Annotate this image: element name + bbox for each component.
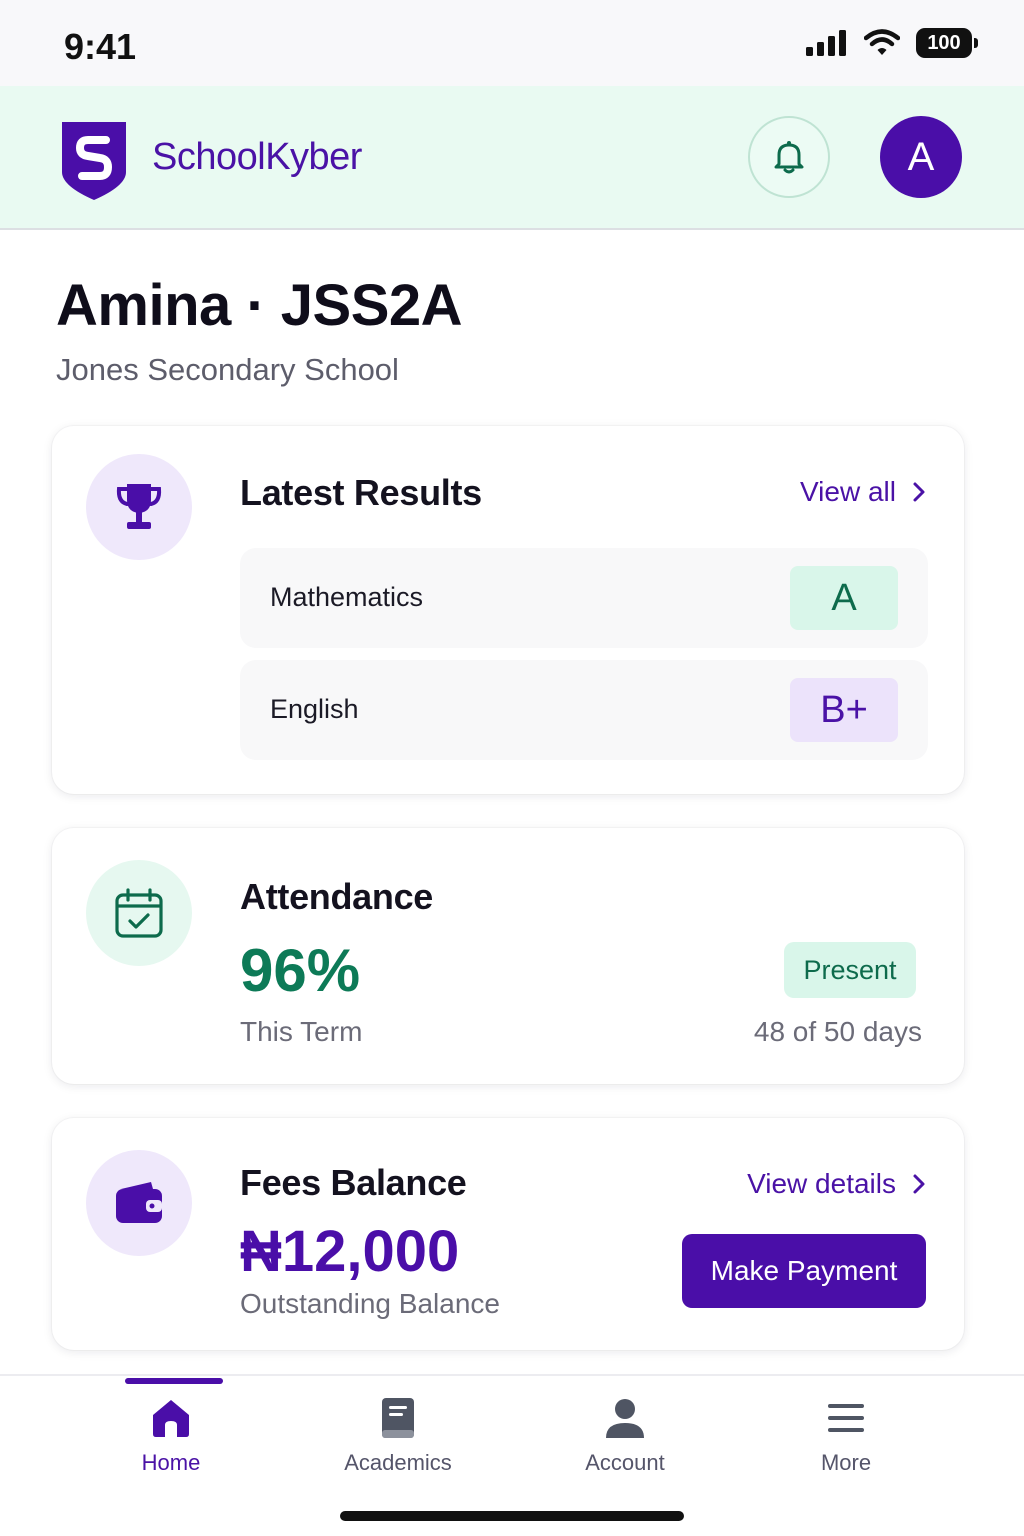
- fees-label: Outstanding Balance: [240, 1288, 500, 1319]
- present-status-badge: Present: [784, 942, 916, 998]
- app-header: SchoolKyber A: [0, 86, 1024, 230]
- wifi-icon: [864, 29, 900, 55]
- nav-account-label: Account: [585, 1450, 665, 1475]
- avatar-initial: A: [907, 134, 935, 179]
- avatar[interactable]: A: [880, 116, 962, 198]
- school-name: Jones Secondary School: [56, 352, 399, 387]
- status-time: 9:41: [64, 26, 137, 67]
- fees-card: Fees Balance View details ₦12,000 Outsta…: [52, 1118, 964, 1350]
- view-details-label: View details: [747, 1168, 896, 1199]
- shield-logo-icon: [62, 122, 126, 200]
- view-details-link[interactable]: View details: [747, 1168, 926, 1200]
- battery-icon: 100: [916, 28, 978, 58]
- book-icon: [382, 1398, 414, 1438]
- attendance-period: This Term: [240, 1016, 363, 1047]
- view-all-link[interactable]: View all: [800, 476, 926, 508]
- status-icons: 100: [806, 28, 978, 58]
- result-row[interactable]: English B+: [240, 660, 928, 760]
- make-payment-button[interactable]: Make Payment: [682, 1234, 926, 1308]
- chevron-right-icon: [913, 482, 925, 502]
- attendance-icon-badge: [86, 860, 192, 966]
- person-icon: [606, 1399, 644, 1438]
- calendar-check-icon: [115, 888, 163, 938]
- attendance-card[interactable]: Attendance 96% This Term Present 48 of 5…: [52, 828, 964, 1084]
- signal-icon: [806, 30, 846, 56]
- fees-icon-badge: [86, 1150, 192, 1256]
- nav-more[interactable]: More: [756, 1396, 936, 1496]
- subject-name: English: [270, 694, 359, 724]
- attendance-percent: 96%: [240, 937, 361, 1004]
- status-bar: 9:41 100: [0, 0, 1024, 86]
- home-icon: [153, 1400, 189, 1437]
- attendance-title: Attendance: [240, 876, 434, 917]
- bell-icon: [774, 141, 804, 174]
- trophy-icon: [116, 484, 162, 529]
- battery-level: 100: [927, 31, 961, 54]
- result-row[interactable]: Mathematics A: [240, 548, 928, 648]
- notifications-button[interactable]: [748, 116, 830, 198]
- nav-account[interactable]: Account: [535, 1396, 715, 1496]
- results-card: Latest Results View all Mathematics A En…: [52, 426, 964, 794]
- nav-more-label: More: [820, 1450, 872, 1475]
- results-title: Latest Results: [240, 472, 482, 513]
- results-icon-badge: [86, 454, 192, 560]
- grade-badge: B+: [790, 678, 898, 742]
- fees-title: Fees Balance: [240, 1162, 467, 1203]
- brand-name: SchoolKyber: [152, 136, 362, 178]
- grade-badge: A: [790, 566, 898, 630]
- view-all-label: View all: [800, 476, 896, 507]
- menu-icon: [828, 1404, 864, 1432]
- nav-academics-label: Academics: [344, 1450, 452, 1475]
- attendance-days: 48 of 50 days: [753, 1016, 922, 1047]
- nav-home-label: Home: [141, 1450, 201, 1475]
- wallet-icon: [116, 1182, 162, 1223]
- fees-amount: ₦12,000: [240, 1219, 460, 1284]
- active-tab-indicator: [125, 1378, 223, 1384]
- nav-academics[interactable]: Academics: [308, 1396, 488, 1496]
- subject-name: Mathematics: [270, 582, 424, 612]
- home-indicator: [340, 1511, 684, 1521]
- nav-home[interactable]: Home: [81, 1396, 261, 1496]
- page-title: Amina · JSS2A: [56, 273, 463, 338]
- chevron-right-icon: [913, 1174, 925, 1194]
